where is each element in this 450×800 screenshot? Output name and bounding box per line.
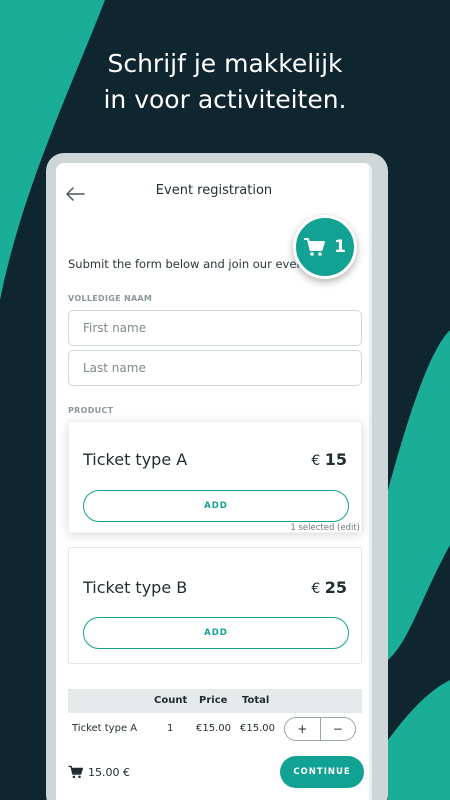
column-header-total: Total bbox=[242, 695, 270, 706]
total-amount: 15.00 € bbox=[88, 765, 130, 779]
column-header-count: Count bbox=[154, 695, 188, 706]
intro-text: Submit the form below and join our event… bbox=[68, 257, 313, 271]
product-price: € 25 bbox=[311, 578, 347, 597]
cart-total: 15.00 € bbox=[68, 765, 130, 779]
price-amount: 15 bbox=[324, 450, 347, 469]
scrollbar[interactable] bbox=[369, 163, 372, 800]
headline-line-2: in voor activiteiten. bbox=[103, 85, 347, 114]
page-title: Event registration bbox=[155, 183, 273, 198]
cart-count-badge: 1 bbox=[334, 237, 346, 257]
currency-symbol: € bbox=[311, 581, 321, 597]
product-price: € 15 bbox=[311, 450, 347, 469]
price-amount: 25 bbox=[324, 578, 347, 597]
product-label: PRODUCT bbox=[68, 406, 114, 415]
increment-button[interactable]: + bbox=[285, 718, 320, 740]
continue-button[interactable]: CONTINUE bbox=[280, 756, 364, 788]
product-name: Ticket type A bbox=[83, 450, 188, 469]
last-name-input[interactable] bbox=[68, 350, 362, 386]
add-ticket-b-button[interactable]: ADD bbox=[83, 617, 349, 649]
order-summary-table: Count Price Total Ticket type A 1 €15.00… bbox=[68, 689, 362, 745]
quantity-stepper: + − bbox=[284, 717, 356, 741]
table-row: Ticket type A 1 €15.00 €15.00 + − bbox=[68, 713, 362, 745]
add-ticket-a-button[interactable]: ADD bbox=[83, 490, 349, 522]
full-name-label: VOLLEDIGE NAAM bbox=[68, 294, 153, 303]
row-total: €15.00 bbox=[240, 723, 275, 734]
cart-button[interactable]: 1 bbox=[293, 215, 357, 279]
cart-icon bbox=[304, 238, 326, 256]
app-screen: Event registration Submit the form below… bbox=[56, 163, 372, 800]
row-price: €15.00 bbox=[196, 723, 231, 734]
phone-frame: Event registration Submit the form below… bbox=[46, 153, 388, 800]
decrement-button[interactable]: − bbox=[320, 718, 355, 740]
headline-line-1: Schrijf je makkelijk bbox=[107, 49, 343, 78]
product-name: Ticket type B bbox=[83, 578, 188, 597]
product-card-ticket-a: Ticket type A € 15 ADD bbox=[68, 421, 362, 533]
column-header-price: Price bbox=[199, 695, 228, 706]
currency-symbol: € bbox=[311, 453, 321, 469]
selected-edit-link[interactable]: 1 selected (edit) bbox=[290, 523, 360, 533]
marketing-headline: Schrijf je makkelijk in voor activiteite… bbox=[0, 46, 450, 118]
first-name-input[interactable] bbox=[68, 310, 362, 346]
row-item-name: Ticket type A bbox=[72, 723, 138, 734]
cart-icon bbox=[68, 765, 83, 779]
table-header: Count Price Total bbox=[68, 689, 362, 713]
row-count: 1 bbox=[167, 723, 174, 734]
product-card-ticket-b: Ticket type B € 25 ADD bbox=[68, 547, 362, 664]
